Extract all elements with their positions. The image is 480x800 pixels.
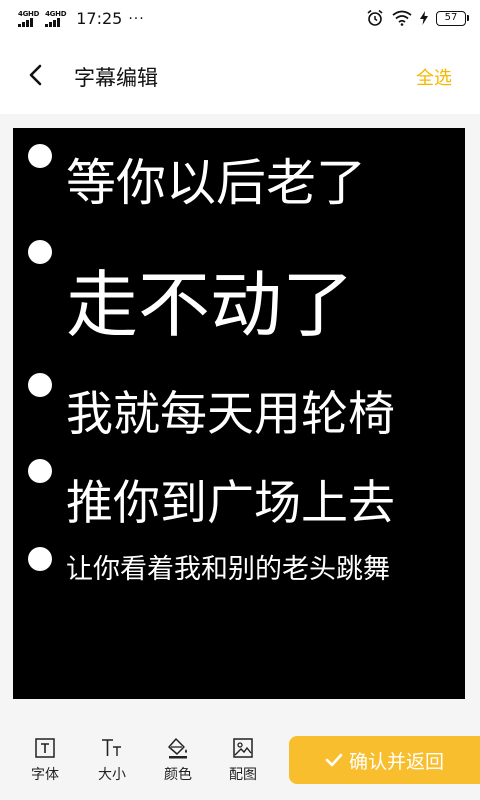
signal-2: 4GHD [45,9,67,27]
image-icon [233,738,253,758]
font-tool-label: 字体 [31,767,59,783]
wifi-icon [392,10,412,26]
signal-1-label: 4G [18,9,29,18]
signal-1: 4GHD [18,9,40,27]
subtitle-preview: 等你以后老了 走不动了 我就每天用轮椅 推你到广场上去 让你看着我和别的老头跳舞 [13,128,465,699]
page-title: 字幕编辑 [74,66,158,90]
color-tool-label: 颜色 [164,767,192,783]
app-header: 字幕编辑 全选 [0,38,480,114]
line-select-dot[interactable] [28,459,52,483]
subtitle-line[interactable]: 推你到广场上去 [66,464,395,533]
status-more-dots: ··· [128,10,145,27]
font-tool-button[interactable]: 字体 [20,736,70,784]
battery-icon: 57 [436,10,469,26]
bottom-toolbar: 字体 大小 颜色 配图 确认并返回 [0,714,480,800]
subtitle-line[interactable]: 我就每天用轮椅 [66,375,395,444]
select-all-button[interactable]: 全选 [416,64,452,90]
subtitle-line[interactable]: 走不动了 [66,246,354,351]
signal-2-label: 4G [45,9,56,18]
signal-bars-icon [45,17,61,27]
line-select-dot[interactable] [28,547,52,571]
paint-bucket-icon [168,738,187,759]
color-tool-button[interactable]: 颜色 [153,736,203,784]
image-tool-button[interactable]: 配图 [218,736,268,784]
text-size-icon [102,739,121,756]
confirm-and-return-button[interactable]: 确认并返回 [289,736,480,784]
line-select-dot[interactable] [28,373,52,397]
signal-bars-icon [18,17,33,27]
signal-1-sup: HD [28,9,40,18]
status-bar: 4GHD 4GHD 17:25 ··· 57 [0,0,480,38]
status-time: 17:25 [76,9,123,28]
checkmark-icon [325,753,343,767]
subtitle-line[interactable]: 让你看着我和别的老头跳舞 [66,547,390,586]
line-select-dot[interactable] [28,240,52,264]
size-tool-button[interactable]: 大小 [87,736,137,784]
status-left: 4GHD 4GHD 17:25 ··· [18,9,145,28]
signal-2-sup: HD [55,9,67,18]
status-right: 57 [366,9,469,27]
subtitle-line[interactable]: 等你以后老了 [66,143,366,215]
charging-bolt-icon [420,11,428,25]
image-tool-label: 配图 [229,767,257,783]
size-tool-label: 大小 [98,767,126,783]
alarm-icon [367,9,383,26]
line-select-dot[interactable] [28,144,52,168]
chevron-left-icon[interactable] [24,62,50,88]
font-icon [35,738,55,758]
battery-level: 57 [444,11,458,23]
screen: 4GHD 4GHD 17:25 ··· 57 字幕编辑 全选 等你以后老了 走不… [0,0,480,800]
confirm-label: 确认并返回 [348,750,444,773]
